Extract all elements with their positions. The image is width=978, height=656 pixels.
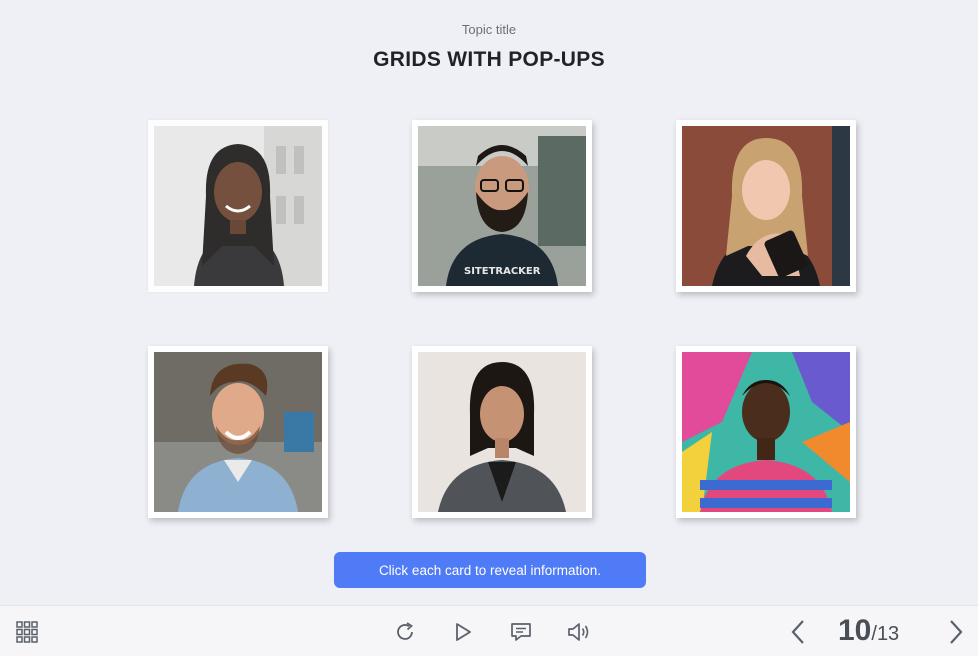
portrait-photo <box>154 352 322 512</box>
volume-icon[interactable] <box>564 606 594 656</box>
portrait-photo <box>418 352 586 512</box>
card-woman-blonde[interactable] <box>676 120 856 292</box>
prev-arrow-icon[interactable] <box>784 606 812 656</box>
portrait-photo <box>154 126 322 286</box>
play-icon[interactable] <box>448 606 478 656</box>
page-counter: 10 / 13 <box>838 614 899 650</box>
card-man-smiling[interactable] <box>148 346 328 518</box>
captions-icon[interactable] <box>506 606 536 656</box>
instruction-button[interactable]: Click each card to reveal information. <box>334 552 646 588</box>
player-controls-bar: 10 / 13 <box>0 605 978 656</box>
portrait-photo: SITETRACKER <box>418 126 586 286</box>
card-woman-braids[interactable] <box>148 120 328 292</box>
slide: Topic title GRIDS WITH POP-UPS SITETRACK… <box>0 0 978 605</box>
next-arrow-icon[interactable] <box>942 606 970 656</box>
current-page: 10 <box>838 614 872 647</box>
portrait-photo <box>682 126 850 286</box>
card-man-striped-shirt[interactable] <box>676 346 856 518</box>
topic-label: Topic title <box>461 22 517 37</box>
slide-title: GRIDS WITH POP-UPS <box>373 48 605 71</box>
replay-icon[interactable] <box>390 606 420 656</box>
card-man-beard-glasses[interactable]: SITETRACKER <box>412 120 592 292</box>
grid-menu-icon[interactable] <box>12 606 42 656</box>
svg-text:SITETRACKER: SITETRACKER <box>464 266 541 277</box>
card-woman-blazer[interactable] <box>412 346 592 518</box>
total-pages: 13 <box>876 623 900 645</box>
portrait-photo <box>682 352 850 512</box>
